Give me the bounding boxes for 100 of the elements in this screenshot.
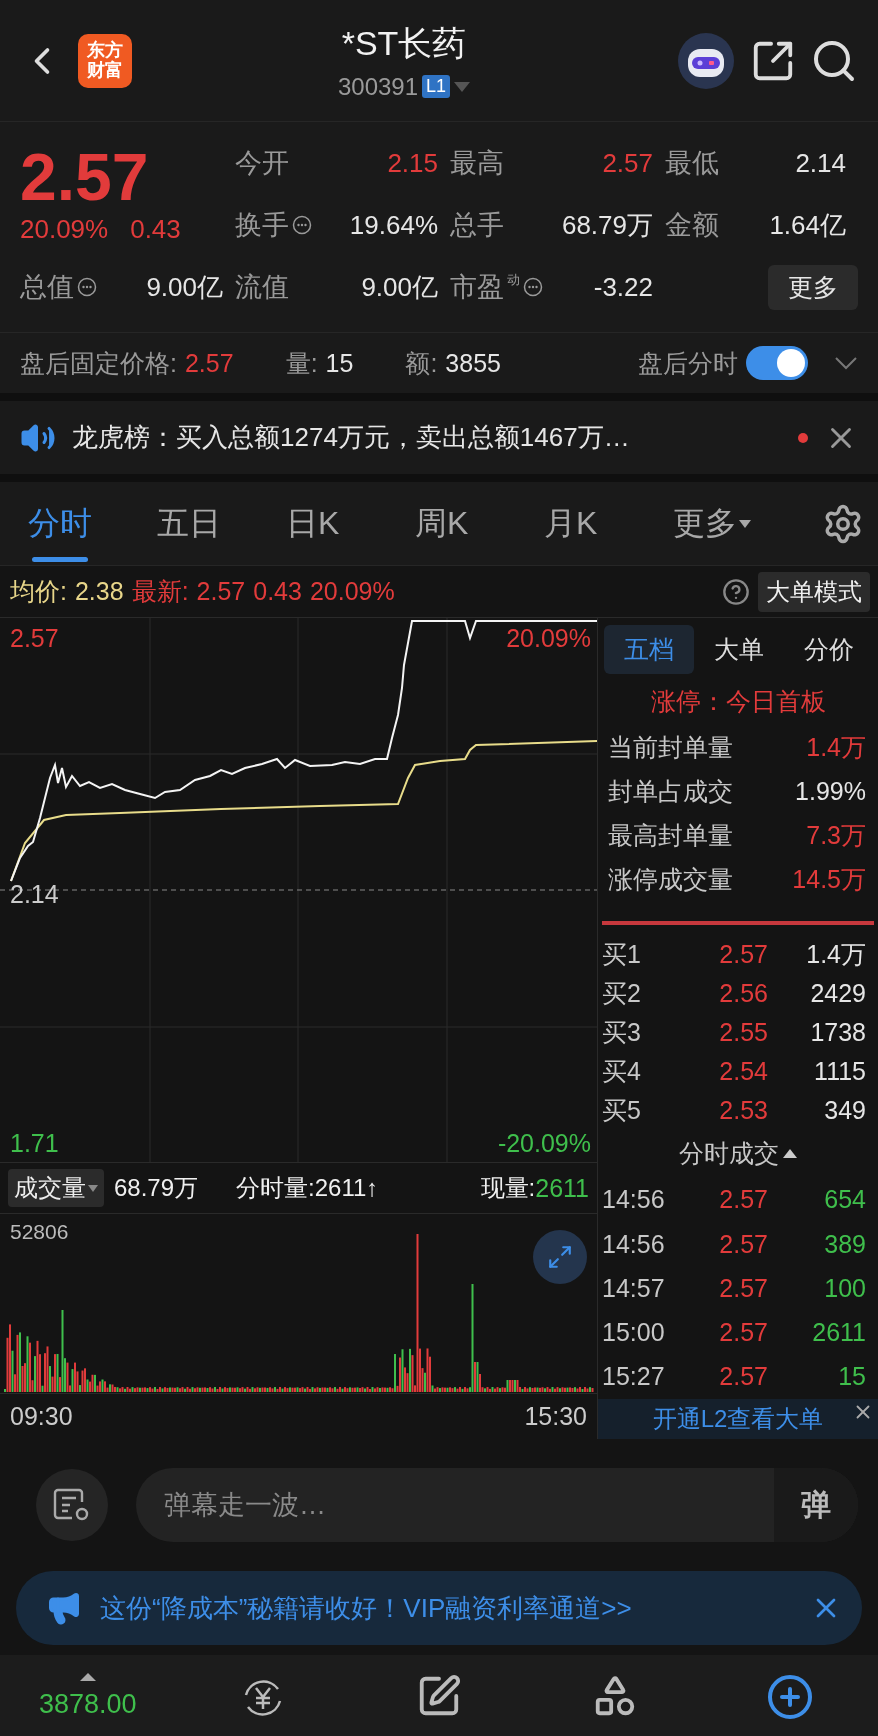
chart-tab[interactable]: 日K bbox=[286, 489, 415, 558]
stat-label: 最高 bbox=[450, 147, 504, 180]
end-time: 15:30 bbox=[524, 1401, 587, 1431]
l2-banner[interactable]: 开通L2查看大单 bbox=[598, 1399, 878, 1439]
bid-price: 2.53 bbox=[718, 1095, 768, 1125]
megaphone-icon bbox=[46, 1590, 82, 1626]
app-logo: 东方财富 bbox=[78, 33, 132, 88]
stat-value: 9.00亿 bbox=[146, 270, 223, 304]
info-icon[interactable] bbox=[292, 215, 312, 235]
bid-label: 买2 bbox=[602, 978, 641, 1010]
toggle-label: 盘后分时 bbox=[638, 347, 738, 379]
promo-text[interactable]: 这份“降成本”秘籍请收好！VIP融资利率通道>> bbox=[100, 1590, 792, 1626]
robot-avatar-icon[interactable] bbox=[676, 30, 736, 91]
stat-label: 今开 bbox=[235, 147, 289, 180]
chevron-down-icon[interactable] bbox=[834, 356, 858, 370]
limit-up-title: 涨停：今日首板 bbox=[649, 686, 827, 718]
after-hours-toggle[interactable] bbox=[746, 346, 808, 380]
stat-label: 流值 bbox=[235, 271, 289, 304]
trade-time: 15:27 bbox=[602, 1362, 665, 1392]
change-amount: 0.43 bbox=[130, 213, 181, 245]
trade-price: 2.57 bbox=[718, 1185, 768, 1215]
base-price-label: 2.14 bbox=[10, 880, 59, 909]
bid-label: 买1 bbox=[602, 939, 641, 971]
chart-tab[interactable]: 周K bbox=[415, 489, 544, 558]
limit-stat-value: 1.99% bbox=[795, 777, 866, 807]
chart-tab[interactable]: 五日 bbox=[157, 489, 286, 558]
chart-tab[interactable]: 更多 bbox=[673, 489, 802, 558]
panel-tab[interactable]: 大单 bbox=[694, 625, 784, 675]
stat-value: 2.57 bbox=[602, 147, 653, 179]
trades-title: 分时成交 bbox=[679, 1138, 779, 1170]
chart-tab[interactable]: 月K bbox=[544, 489, 673, 558]
bid-volume: 2429 bbox=[809, 979, 866, 1009]
last-price: 2.57 bbox=[20, 143, 150, 210]
panel-tab[interactable]: 分价 bbox=[784, 625, 874, 675]
trade-price: 2.57 bbox=[718, 1229, 768, 1259]
trade-time: 14:57 bbox=[602, 1273, 665, 1303]
stat-label: 总值 bbox=[20, 271, 74, 304]
index-value: 3878.00 bbox=[39, 1689, 137, 1720]
more-button[interactable]: 更多 bbox=[768, 264, 858, 310]
stat-label: 市盈 bbox=[450, 271, 504, 304]
index-item[interactable]: 3878.00 bbox=[0, 1673, 176, 1720]
stat-label: 最低 bbox=[665, 147, 719, 180]
stat-label: 换手 bbox=[235, 209, 289, 242]
stat-value: 2.14 bbox=[795, 147, 846, 179]
stat-label: 金额 bbox=[665, 209, 719, 242]
indicator-dropdown[interactable]: 成交量 bbox=[8, 1169, 104, 1207]
bid-volume: 1115 bbox=[813, 1056, 866, 1086]
trade-volume: 2611 bbox=[811, 1318, 866, 1348]
help-icon[interactable] bbox=[722, 577, 750, 606]
panel-tab[interactable]: 五档 bbox=[604, 625, 694, 675]
danmaku-input-field[interactable]: 弹幕走一波… 弹 bbox=[136, 1468, 858, 1542]
tick-volume: 分时量:2611↑ bbox=[236, 1173, 379, 1203]
info-icon[interactable] bbox=[523, 277, 543, 297]
latest-price: 2.57 bbox=[196, 577, 246, 606]
current-volume-label: 现量: bbox=[480, 1173, 536, 1203]
expand-button[interactable] bbox=[533, 1230, 587, 1284]
big-order-mode-button[interactable]: 大单模式 bbox=[758, 571, 870, 612]
trade-price: 2.57 bbox=[718, 1318, 768, 1348]
stat-value: 1.64亿 bbox=[769, 208, 846, 242]
trade-volume: 654 bbox=[823, 1185, 866, 1215]
trade-volume: 15 bbox=[837, 1362, 866, 1392]
promo-banner[interactable]: 这份“降成本”秘籍请收好！VIP融资利率通道>> bbox=[16, 1571, 862, 1645]
l2-banner-text[interactable]: 开通L2查看大单 bbox=[652, 1403, 824, 1436]
trade-price: 2.57 bbox=[718, 1273, 768, 1303]
caret-up-icon[interactable] bbox=[783, 1149, 797, 1159]
after-hours-label: 盘后固定价格: bbox=[20, 347, 177, 379]
average-price: 2.38 bbox=[74, 577, 124, 606]
current-volume: 2611 bbox=[535, 1173, 589, 1203]
latest-change: 0.43 bbox=[253, 577, 302, 606]
limit-stat-label: 封单占成交 bbox=[608, 776, 733, 808]
bid-price: 2.57 bbox=[718, 940, 768, 970]
caret-up-icon bbox=[79, 1673, 96, 1681]
start-time: 09:30 bbox=[10, 1401, 73, 1431]
danmaku-send-button[interactable]: 弹 bbox=[774, 1468, 858, 1542]
info-icon[interactable] bbox=[77, 277, 97, 297]
limit-stat-label: 涨停成交量 bbox=[608, 863, 733, 895]
bid-price: 2.54 bbox=[718, 1056, 768, 1086]
high-price-label: 2.57 bbox=[10, 624, 59, 653]
bid-volume: 1738 bbox=[809, 1018, 866, 1048]
volume-value: 15 bbox=[325, 348, 354, 378]
level-badge: L1 bbox=[422, 75, 451, 98]
trade-time: 14:56 bbox=[602, 1185, 665, 1215]
total-volume: 68.79万 bbox=[114, 1173, 199, 1203]
latest-label: 最新: bbox=[131, 576, 189, 607]
limit-stat-label: 当前封单量 bbox=[608, 732, 733, 764]
high-percent-label: 20.09% bbox=[506, 624, 591, 653]
max-volume-label: 52806 bbox=[10, 1220, 69, 1244]
limit-stat-value: 1.4万 bbox=[806, 732, 866, 764]
stat-value: 2.15 bbox=[387, 147, 438, 179]
bid-price: 2.56 bbox=[718, 979, 768, 1009]
bid-label: 买3 bbox=[602, 1017, 641, 1049]
trade-time: 15:00 bbox=[602, 1318, 665, 1348]
stock-name: *ST长药 bbox=[341, 22, 467, 64]
trade-price: 2.57 bbox=[718, 1362, 768, 1392]
caret-down-icon bbox=[88, 1184, 98, 1192]
amount-value: 3855 bbox=[445, 348, 501, 378]
low-percent-label: -20.09% bbox=[497, 1129, 591, 1158]
limit-stat-value: 14.5万 bbox=[792, 863, 866, 895]
trade-volume: 389 bbox=[823, 1229, 866, 1259]
bid-volume: 349 bbox=[823, 1095, 866, 1125]
